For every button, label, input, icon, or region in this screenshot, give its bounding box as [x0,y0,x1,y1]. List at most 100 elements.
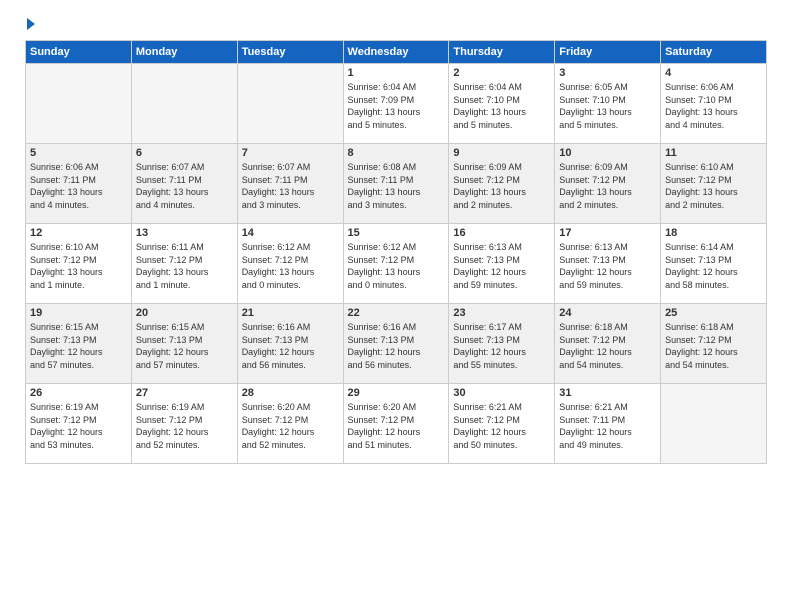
day-info: Sunrise: 6:12 AM Sunset: 7:12 PM Dayligh… [242,241,339,291]
calendar-cell: 13 Sunrise: 6:11 AM Sunset: 7:12 PM Dayli… [131,224,237,304]
day-number: 20 [136,307,233,319]
calendar-week-row: 26 Sunrise: 6:19 AM Sunset: 7:12 PM Dayli… [26,384,767,464]
calendar-cell: 18 Sunrise: 6:14 AM Sunset: 7:13 PM Dayli… [661,224,767,304]
day-info: Sunrise: 6:04 AM Sunset: 7:10 PM Dayligh… [453,81,550,131]
day-info: Sunrise: 6:20 AM Sunset: 7:12 PM Dayligh… [348,401,445,451]
day-info: Sunrise: 6:07 AM Sunset: 7:11 PM Dayligh… [136,161,233,211]
day-info: Sunrise: 6:12 AM Sunset: 7:12 PM Dayligh… [348,241,445,291]
day-info: Sunrise: 6:18 AM Sunset: 7:12 PM Dayligh… [559,321,656,371]
calendar-cell: 10 Sunrise: 6:09 AM Sunset: 7:12 PM Dayli… [555,144,661,224]
day-number: 7 [242,147,339,159]
day-info: Sunrise: 6:16 AM Sunset: 7:13 PM Dayligh… [242,321,339,371]
day-info: Sunrise: 6:10 AM Sunset: 7:12 PM Dayligh… [665,161,762,211]
calendar-cell: 26 Sunrise: 6:19 AM Sunset: 7:12 PM Dayli… [26,384,132,464]
day-info: Sunrise: 6:13 AM Sunset: 7:13 PM Dayligh… [559,241,656,291]
calendar-cell: 8Sunrise: 6:08 AM Sunset: 7:11 PM Daylig… [343,144,449,224]
calendar-cell: 7Sunrise: 6:07 AM Sunset: 7:11 PM Daylig… [237,144,343,224]
calendar-cell: 12 Sunrise: 6:10 AM Sunset: 7:12 PM Dayli… [26,224,132,304]
calendar-cell: 30Sunrise: 6:21 AM Sunset: 7:12 PM Dayli… [449,384,555,464]
calendar-week-row: 5 Sunrise: 6:06 AM Sunset: 7:11 PM Daylig… [26,144,767,224]
day-info: Sunrise: 6:14 AM Sunset: 7:13 PM Dayligh… [665,241,762,291]
calendar-cell: 17 Sunrise: 6:13 AM Sunset: 7:13 PM Dayli… [555,224,661,304]
day-info: Sunrise: 6:06 AM Sunset: 7:11 PM Dayligh… [30,161,127,211]
calendar-week-row: 12 Sunrise: 6:10 AM Sunset: 7:12 PM Dayli… [26,224,767,304]
calendar-cell: 21 Sunrise: 6:16 AM Sunset: 7:13 PM Dayli… [237,304,343,384]
weekday-header-sunday: Sunday [26,41,132,64]
calendar-cell [26,64,132,144]
weekday-header-wednesday: Wednesday [343,41,449,64]
day-info: Sunrise: 6:21 AM Sunset: 7:11 PM Dayligh… [559,401,656,451]
weekday-header-monday: Monday [131,41,237,64]
calendar-cell: 1 Sunrise: 6:04 AM Sunset: 7:09 PM Daylig… [343,64,449,144]
day-info: Sunrise: 6:08 AM Sunset: 7:11 PM Dayligh… [348,161,445,211]
day-number: 1 [348,67,445,79]
day-number: 31 [559,387,656,399]
day-number: 5 [30,147,127,159]
calendar-cell: 19Sunrise: 6:15 AM Sunset: 7:13 PM Dayli… [26,304,132,384]
day-number: 24 [559,307,656,319]
calendar-week-row: 19Sunrise: 6:15 AM Sunset: 7:13 PM Dayli… [26,304,767,384]
weekday-header-thursday: Thursday [449,41,555,64]
day-number: 19 [30,307,127,319]
calendar-cell: 16 Sunrise: 6:13 AM Sunset: 7:13 PM Dayli… [449,224,555,304]
calendar-cell: 31 Sunrise: 6:21 AM Sunset: 7:11 PM Dayli… [555,384,661,464]
calendar-cell: 28 Sunrise: 6:20 AM Sunset: 7:12 PM Dayli… [237,384,343,464]
day-info: Sunrise: 6:20 AM Sunset: 7:12 PM Dayligh… [242,401,339,451]
calendar-cell: 5 Sunrise: 6:06 AM Sunset: 7:11 PM Daylig… [26,144,132,224]
day-number: 28 [242,387,339,399]
day-info: Sunrise: 6:17 AM Sunset: 7:13 PM Dayligh… [453,321,550,371]
day-info: Sunrise: 6:16 AM Sunset: 7:13 PM Dayligh… [348,321,445,371]
day-info: Sunrise: 6:06 AM Sunset: 7:10 PM Dayligh… [665,81,762,131]
calendar-cell [237,64,343,144]
day-info: Sunrise: 6:13 AM Sunset: 7:13 PM Dayligh… [453,241,550,291]
day-number: 22 [348,307,445,319]
day-info: Sunrise: 6:19 AM Sunset: 7:12 PM Dayligh… [30,401,127,451]
day-number: 16 [453,227,550,239]
calendar-table: SundayMondayTuesdayWednesdayThursdayFrid… [25,40,767,464]
day-number: 4 [665,67,762,79]
day-number: 14 [242,227,339,239]
weekday-header-row: SundayMondayTuesdayWednesdayThursdayFrid… [26,41,767,64]
weekday-header-saturday: Saturday [661,41,767,64]
calendar-cell [661,384,767,464]
day-number: 29 [348,387,445,399]
logo-arrow-icon [27,18,35,30]
calendar-cell: 4 Sunrise: 6:06 AM Sunset: 7:10 PM Daylig… [661,64,767,144]
day-info: Sunrise: 6:09 AM Sunset: 7:12 PM Dayligh… [453,161,550,211]
day-info: Sunrise: 6:04 AM Sunset: 7:09 PM Dayligh… [348,81,445,131]
calendar-cell: 22 Sunrise: 6:16 AM Sunset: 7:13 PM Dayli… [343,304,449,384]
calendar-cell [131,64,237,144]
day-info: Sunrise: 6:10 AM Sunset: 7:12 PM Dayligh… [30,241,127,291]
day-number: 10 [559,147,656,159]
calendar-cell: 3Sunrise: 6:05 AM Sunset: 7:10 PM Daylig… [555,64,661,144]
day-number: 23 [453,307,550,319]
day-number: 6 [136,147,233,159]
day-number: 25 [665,307,762,319]
day-number: 18 [665,227,762,239]
day-info: Sunrise: 6:18 AM Sunset: 7:12 PM Dayligh… [665,321,762,371]
day-info: Sunrise: 6:09 AM Sunset: 7:12 PM Dayligh… [559,161,656,211]
calendar-cell: 27 Sunrise: 6:19 AM Sunset: 7:12 PM Dayli… [131,384,237,464]
day-number: 13 [136,227,233,239]
calendar-cell: 20Sunrise: 6:15 AM Sunset: 7:13 PM Dayli… [131,304,237,384]
weekday-header-tuesday: Tuesday [237,41,343,64]
calendar-week-row: 1 Sunrise: 6:04 AM Sunset: 7:09 PM Daylig… [26,64,767,144]
day-number: 2 [453,67,550,79]
calendar-cell: 11Sunrise: 6:10 AM Sunset: 7:12 PM Dayli… [661,144,767,224]
day-number: 12 [30,227,127,239]
day-number: 17 [559,227,656,239]
day-number: 26 [30,387,127,399]
day-number: 21 [242,307,339,319]
day-info: Sunrise: 6:05 AM Sunset: 7:10 PM Dayligh… [559,81,656,131]
day-info: Sunrise: 6:11 AM Sunset: 7:12 PM Dayligh… [136,241,233,291]
day-info: Sunrise: 6:19 AM Sunset: 7:12 PM Dayligh… [136,401,233,451]
weekday-header-friday: Friday [555,41,661,64]
calendar-cell: 29 Sunrise: 6:20 AM Sunset: 7:12 PM Dayli… [343,384,449,464]
day-number: 27 [136,387,233,399]
calendar-cell: 9Sunrise: 6:09 AM Sunset: 7:12 PM Daylig… [449,144,555,224]
header [25,20,767,30]
calendar-cell: 24 Sunrise: 6:18 AM Sunset: 7:12 PM Dayli… [555,304,661,384]
page: SundayMondayTuesdayWednesdayThursdayFrid… [0,0,792,612]
calendar-cell: 15Sunrise: 6:12 AM Sunset: 7:12 PM Dayli… [343,224,449,304]
calendar-cell: 14 Sunrise: 6:12 AM Sunset: 7:12 PM Dayli… [237,224,343,304]
